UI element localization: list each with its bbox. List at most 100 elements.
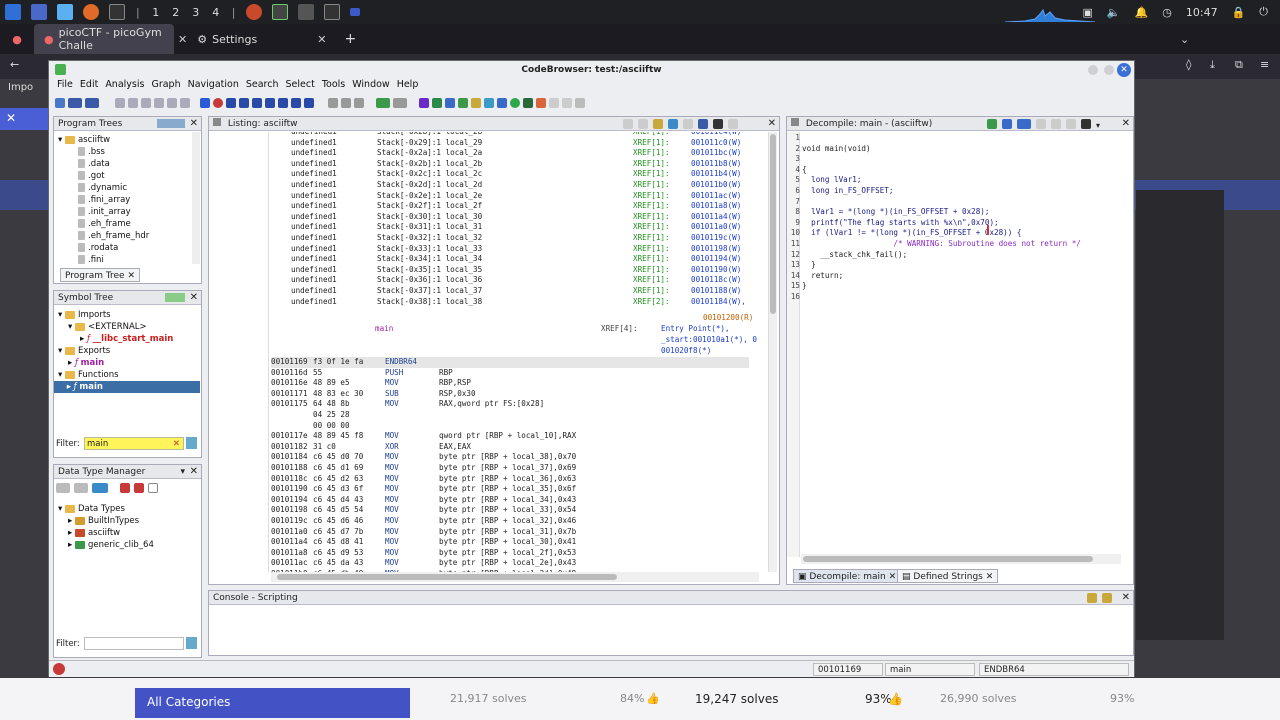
listing-code-cell[interactable]: 00101184 — [271, 452, 308, 463]
listing-code-cell[interactable]: byte ptr [RBP + local_34],0x43 — [439, 495, 576, 506]
listing-code-cell[interactable]: SUB — [385, 389, 399, 400]
tab-close-icon[interactable]: ✕ — [178, 33, 187, 46]
listing-stack-cell[interactable]: undefined1 — [291, 201, 337, 212]
code-text[interactable]: { — [802, 165, 807, 174]
listing-code-cell[interactable]: 00101171 — [271, 389, 308, 400]
listing-stack-cell[interactable]: Stack[-0x2e]:1 local_2e — [377, 191, 482, 202]
listing-code-cell[interactable]: EAX,EAX — [439, 442, 471, 453]
listing-stack-cell[interactable]: XREF[1]: — [633, 138, 670, 149]
code-text[interactable]: /* WARNING: Subroutine does not return *… — [802, 239, 1080, 248]
tool-icon[interactable] — [115, 97, 125, 108]
listing-code-cell[interactable]: 00101169 — [271, 357, 308, 368]
listing-code-cell[interactable]: MOV — [385, 537, 399, 548]
tree-item[interactable]: .dynamic — [58, 182, 149, 194]
decompile-line[interactable]: 2 void main(void) — [789, 144, 1119, 155]
listing-stack-cell[interactable]: Stack[-0x34]:1 local_34 — [377, 254, 482, 265]
decompile-line[interactable]: 13 } — [789, 260, 1119, 271]
listing-stack-cell[interactable]: XREF[1]: — [633, 265, 670, 276]
snapshot-icon[interactable] — [713, 119, 723, 129]
forward-icon[interactable] — [85, 97, 99, 108]
listing-code-cell[interactable]: 0010116e — [271, 378, 308, 389]
tree-root[interactable]: ▾ asciiftw — [58, 134, 149, 146]
decompile-hscrollbar[interactable] — [801, 554, 1121, 564]
screen-icon[interactable]: ▣ — [1082, 6, 1092, 19]
listing-code-cell[interactable]: MOV — [385, 399, 399, 410]
terminal-icon[interactable] — [109, 4, 125, 20]
close-icon[interactable]: ✕ — [768, 117, 776, 131]
listing-stack-cell[interactable]: undefined1 — [291, 297, 337, 308]
menu-select[interactable]: Select — [286, 79, 315, 94]
listing-stack-cell[interactable]: Stack[-0x2c]:1 local_2c — [377, 169, 482, 180]
decompile-code[interactable]: 1 2 void main(void) 3 4{5 long lVar1; 6 long … — [789, 133, 1119, 553]
decompile-line[interactable]: 14 return; — [789, 271, 1119, 282]
tree-item[interactable]: .fini — [58, 254, 149, 266]
listing-code-cell[interactable]: byte ptr [RBP + local_32],0x46 — [439, 516, 576, 527]
window-titlebar[interactable]: CodeBrowser: test:/asciiftw ✕ — [49, 61, 1134, 79]
tool-icon[interactable] — [1036, 119, 1046, 129]
listing-code-cell[interactable]: c6 45 d0 70 — [313, 452, 363, 463]
expand-icon[interactable] — [92, 483, 108, 493]
f-icon[interactable] — [278, 97, 288, 108]
listing-stack-cell[interactable]: 001011b4(W) — [691, 169, 741, 180]
tool-icon[interactable] — [668, 119, 678, 129]
listing-code-cell[interactable]: 48 89 45 f8 — [313, 431, 363, 442]
listing-code-cell[interactable]: ENDBR64 — [385, 357, 417, 368]
save-icon[interactable] — [55, 97, 65, 108]
listing-stack-cell[interactable]: XREF[1]: — [633, 159, 670, 170]
code-text[interactable]: printf("The flag starts with %x\n",0x70)… — [802, 218, 998, 227]
window-task-icon[interactable] — [298, 4, 315, 20]
refresh-icon[interactable] — [987, 119, 997, 129]
filter-icon[interactable] — [134, 483, 144, 493]
decompile-line[interactable]: 15} — [789, 281, 1119, 292]
tool-icon[interactable] — [471, 97, 481, 108]
tree-functions[interactable]: ▾ Functions — [58, 369, 200, 381]
close-icon[interactable]: ✕ — [1117, 63, 1131, 77]
listing-code-cell[interactable]: MOV — [385, 463, 399, 474]
decompile-line[interactable]: 11 /* WARNING: Subroutine does not retur… — [789, 239, 1119, 250]
menu-window[interactable]: Window — [352, 79, 389, 94]
tool-icon[interactable] — [341, 97, 351, 108]
listing-stack-cell[interactable]: undefined1 — [291, 275, 337, 286]
listing-code-cell[interactable]: byte ptr [RBP + local_31],0x7b — [439, 527, 576, 538]
code-text[interactable]: return; — [802, 271, 843, 280]
tree-libc-start-main[interactable]: ▸ ƒ __libc_start_main — [58, 333, 200, 345]
listing-code-cell[interactable]: c6 45 d2 63 — [313, 474, 363, 485]
listing-code-cell[interactable]: 0010118c — [271, 474, 308, 485]
close-icon[interactable]: ✕ — [190, 291, 198, 305]
back-icon[interactable] — [56, 483, 70, 493]
decompile-line[interactable]: 3 — [789, 154, 1119, 165]
listing-stack-cell[interactable]: XREF[1]: — [633, 212, 670, 223]
tree-item[interactable]: .fini_array — [58, 194, 149, 206]
listing-stack-cell[interactable]: undefined1 — [291, 180, 337, 191]
firefox-icon[interactable] — [83, 4, 99, 20]
decompile-line[interactable]: 8 lVar1 = *(long *)(in_FS_OFFSET + 0x28)… — [789, 207, 1119, 218]
listing-stack-cell[interactable]: undefined1 — [291, 169, 337, 180]
terminal-task-icon[interactable] — [272, 4, 289, 20]
tree-item[interactable]: .got — [58, 170, 149, 182]
function-label[interactable]: main — [375, 324, 393, 335]
snapshot-icon[interactable] — [1081, 119, 1091, 129]
listing-code-cell[interactable]: MOV — [385, 474, 399, 485]
banner-close-icon[interactable]: ✕ — [0, 108, 48, 130]
tool-icon[interactable] — [328, 97, 338, 108]
check-icon[interactable] — [419, 97, 429, 108]
listing-code-cell[interactable]: byte ptr [RBP + local_35],0x6f — [439, 484, 576, 495]
tree-external[interactable]: ▾ <EXTERNAL> — [58, 321, 200, 333]
tool-icon[interactable] — [698, 119, 708, 129]
tool-icon[interactable] — [549, 97, 559, 108]
listing-stack-cell[interactable]: 001011b0(W) — [691, 180, 741, 191]
decompile-line[interactable]: 5 long lVar1; — [789, 175, 1119, 186]
extensions-icon[interactable]: ⧉ — [1235, 58, 1243, 72]
maximize-icon[interactable] — [1104, 65, 1114, 75]
listing-stack-cell[interactable]: XREF[1]: — [633, 233, 670, 244]
decompile-line[interactable]: 9 printf("The flag starts with %x\n",0x7… — [789, 218, 1119, 229]
listing-code-cell[interactable]: 001011a4 — [271, 537, 308, 548]
listing-stack-cell[interactable]: XREF[1]: — [633, 222, 670, 233]
tree-imports[interactable]: ▾ Imports — [58, 309, 200, 321]
listing-code-cell[interactable]: c6 45 da 43 — [313, 558, 363, 569]
code-text[interactable]: } — [802, 281, 807, 290]
menu-tools[interactable]: Tools — [322, 79, 345, 94]
power-icon[interactable]: ⏻ — [1259, 5, 1268, 19]
u-icon[interactable] — [252, 97, 262, 108]
listing-code-cell[interactable]: f3 0f 1e fa — [313, 357, 363, 368]
